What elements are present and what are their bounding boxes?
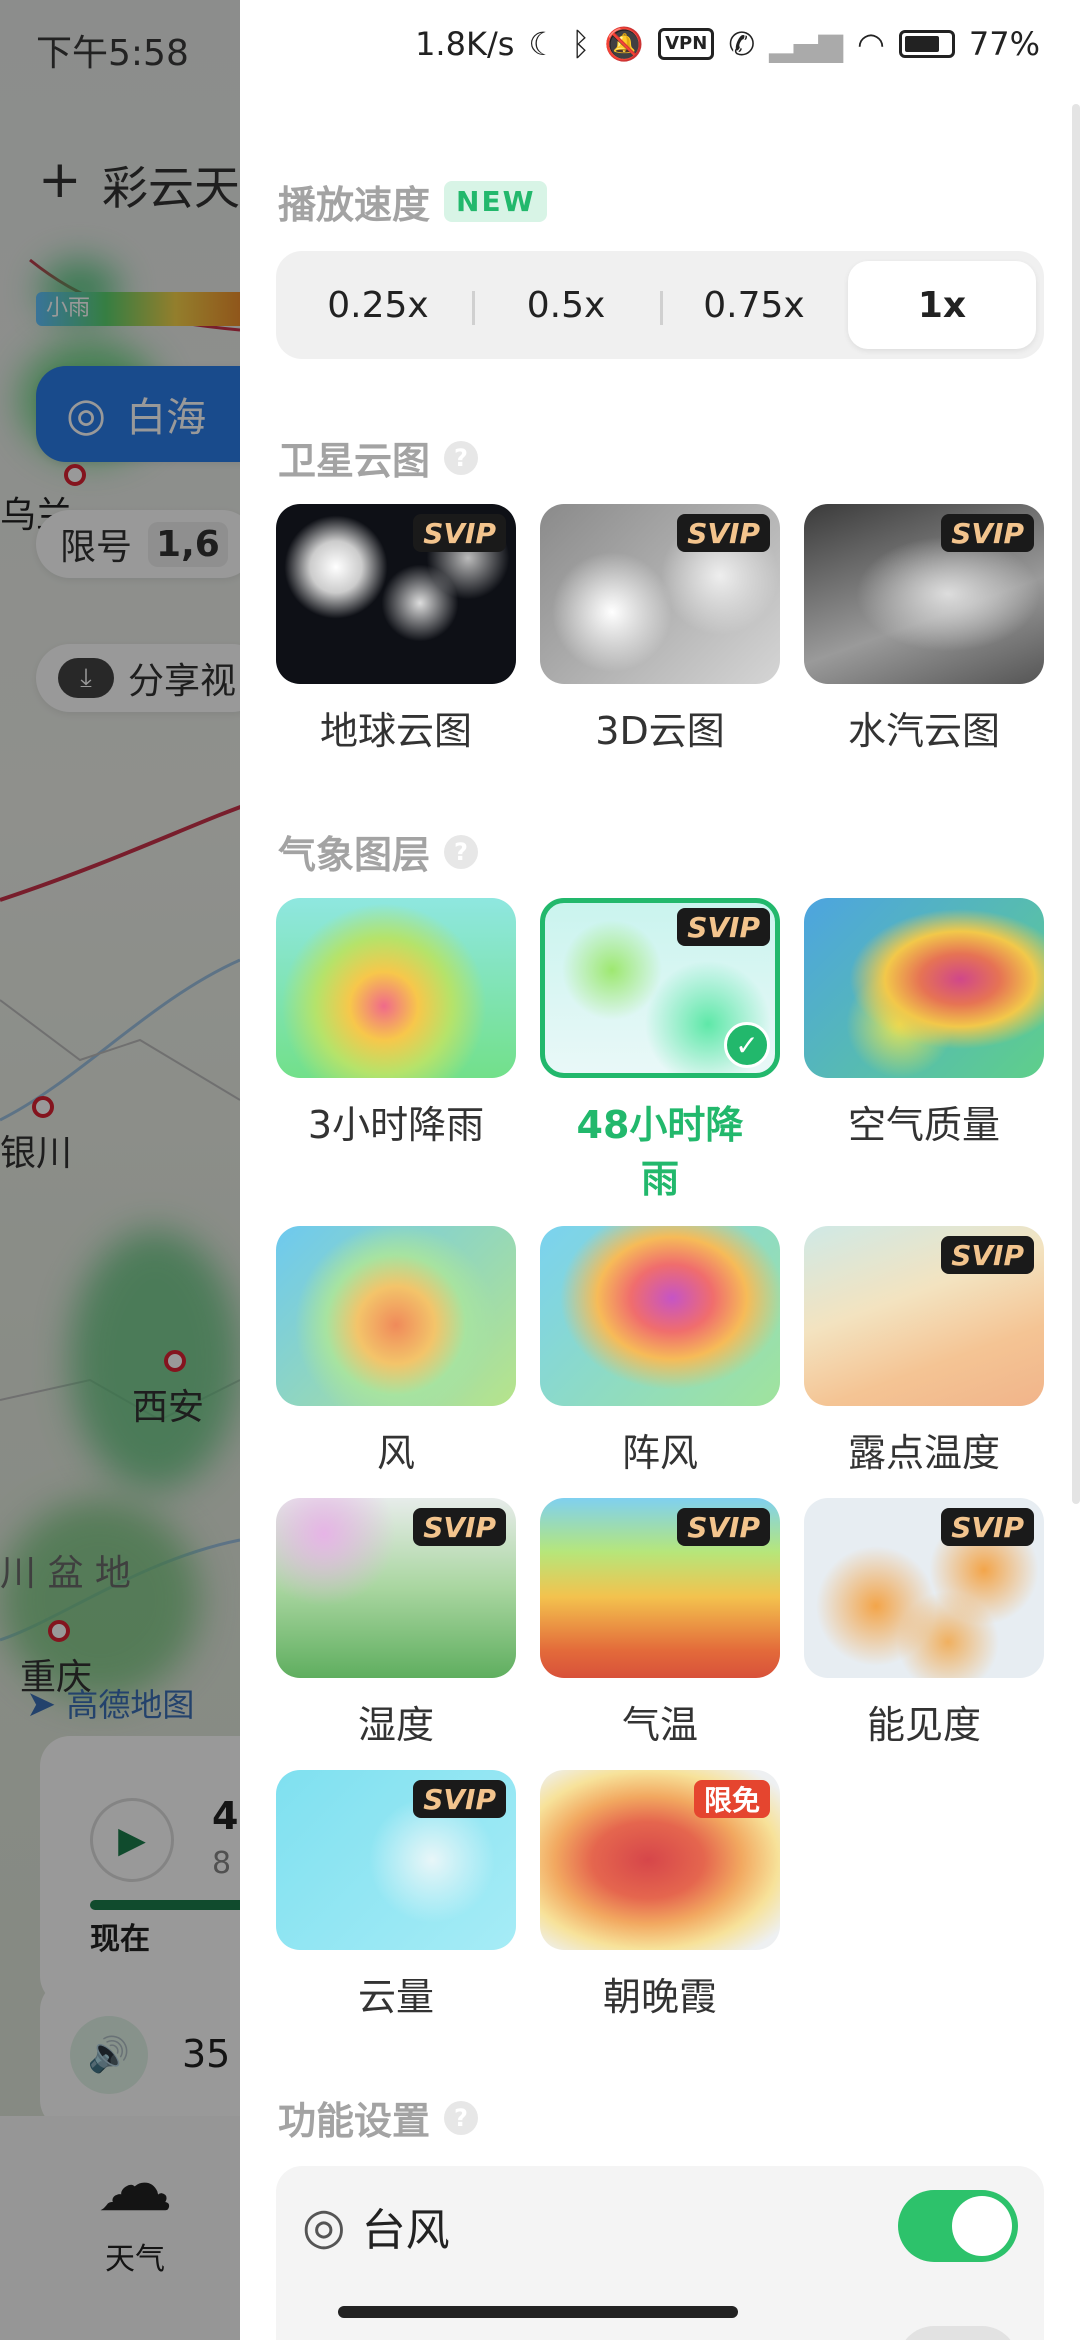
thumb-water-vapor: SVIP [804,504,1044,684]
vpn-icon: VPN [658,28,715,60]
help-icon[interactable]: ? [444,440,479,475]
layers-title: 气象图层 [278,833,431,877]
wifi-icon: ◠ [856,25,885,63]
thumb-gust [540,1226,780,1406]
tile-temperature[interactable]: SVIP 气温 [540,1498,780,1752]
thumb-sunrise-glow: 限免 [540,1770,780,1950]
bluetooth-icon: ᛒ [571,25,591,63]
thumb-visibility: SVIP [804,1498,1044,1678]
thumb-cloud-cover: SVIP [276,1770,516,1950]
tile-sunrise-glow[interactable]: 限免 朝晚霞 [540,1770,780,2024]
second-toggle[interactable] [898,2326,1018,2340]
svip-badge: SVIP [941,1508,1034,1546]
tile-rain-3h[interactable]: 3小时降雨 [276,898,516,1152]
satellite-title: 卫星云图 [278,439,431,483]
satellite-section-title: 卫星云图 ? [278,430,479,485]
svip-badge: SVIP [941,1236,1034,1274]
tile-label: 云量 [357,1975,434,2019]
status-bar: 下午5:58 1.8K/s ☾ ᛒ 🔕 VPN ✆ ▂▄▆ ◠ 77% [0,0,1080,90]
svip-badge: SVIP [677,908,770,946]
thumb-3d-cloud: SVIP [540,504,780,684]
new-badge: NEW [444,181,548,222]
functions-section-title: 功能设置 ? [278,2090,479,2145]
call-icon: ✆ [728,25,756,63]
tile-label: 气温 [621,1703,698,1747]
svip-badge: SVIP [413,1780,506,1818]
speed-section-title: 播放速度 NEW [278,174,548,229]
svip-badge: SVIP [677,514,770,552]
functions-title: 功能设置 [278,2099,431,2143]
tile-label: 湿度 [357,1703,434,1747]
tile-label: 能见度 [866,1703,981,1747]
svip-badge: SVIP [413,1508,506,1546]
thumb-humidity: SVIP [276,1498,516,1678]
tile-label: 朝晚霞 [602,1975,717,2019]
speed-selector: 0.25x 0.5x 0.75x 1x [276,251,1044,359]
moon-icon: ☾ [528,25,558,63]
limited-free-badge: 限免 [693,1780,770,1818]
tile-label: 阵风 [621,1431,698,1475]
typhoon-toggle[interactable] [898,2190,1018,2262]
thumb-earth-cloud: SVIP [276,504,516,684]
help-icon[interactable]: ? [444,2100,479,2135]
thumb-temperature: SVIP [540,1498,780,1678]
tile-label: 水汽云图 [847,709,1000,753]
speed-option-1[interactable]: 1x [848,261,1036,349]
speed-option-05[interactable]: 0.5x [472,261,660,349]
thumb-wind [276,1226,516,1406]
tile-dew-point[interactable]: SVIP 露点温度 [804,1226,1044,1480]
tile-cloud-cover[interactable]: SVIP 云量 [276,1770,516,2024]
tile-air-quality[interactable]: 空气质量 [804,898,1044,1152]
tile-label: 3小时降雨 [307,1103,485,1147]
battery-level: 77% [968,25,1040,63]
home-indicator[interactable] [338,2306,738,2318]
selected-check-icon: ✓ [724,1022,770,1068]
tile-label: 地球云图 [319,709,472,753]
thumb-rain-48h: SVIP ✓ [540,898,780,1078]
signal-icon: ▂▄▆ [769,25,843,63]
svip-badge: SVIP [413,514,506,552]
tile-gust[interactable]: 阵风 [540,1226,780,1480]
battery-icon [898,30,955,58]
tile-humidity[interactable]: SVIP 湿度 [276,1498,516,1752]
thumb-dew-point: SVIP [804,1226,1044,1406]
tile-label: 露点温度 [847,1431,1000,1475]
layer-settings-drawer: 播放速度 NEW 0.25x 0.5x 0.75x 1x 卫星云图 ? SVIP… [240,0,1080,2340]
tile-label: 3D云图 [595,709,725,753]
svip-badge: SVIP [677,1508,770,1546]
tile-3d-cloud[interactable]: SVIP 3D云图 [540,504,780,758]
typhoon-label: 台风 [361,2205,450,2256]
tile-label: 风 [376,1431,415,1475]
mute-bell-icon: 🔕 [604,25,645,63]
tile-label: 空气质量 [847,1103,1000,1147]
status-icons: 1.8K/s ☾ ᛒ 🔕 VPN ✆ ▂▄▆ ◠ 77% [415,24,1040,64]
speed-option-075[interactable]: 0.75x [660,261,848,349]
tile-wind[interactable]: 风 [276,1226,516,1480]
layers-section-title: 气象图层 ? [278,824,479,879]
typhoon-icon: ◎ [302,2197,346,2255]
thumb-air-quality [804,898,1044,1078]
svip-badge: SVIP [941,514,1034,552]
speed-title: 播放速度 [278,183,431,227]
thumb-rain-3h [276,898,516,1078]
net-speed: 1.8K/s [415,25,515,63]
status-time: 下午5:58 [36,33,189,74]
help-icon[interactable]: ? [444,834,479,869]
typhoon-setting-row: ◎ 台风 [302,2194,450,2258]
tile-label: 48小时降雨 [576,1103,744,1201]
tile-visibility[interactable]: SVIP 能见度 [804,1498,1044,1752]
scrollbar[interactable] [1072,104,1080,1504]
speed-option-025[interactable]: 0.25x [284,261,472,349]
tile-rain-48h[interactable]: SVIP ✓ 48小时降雨 [540,898,780,1206]
tile-earth-cloud[interactable]: SVIP 地球云图 [276,504,516,758]
tile-water-vapor[interactable]: SVIP 水汽云图 [804,504,1044,758]
